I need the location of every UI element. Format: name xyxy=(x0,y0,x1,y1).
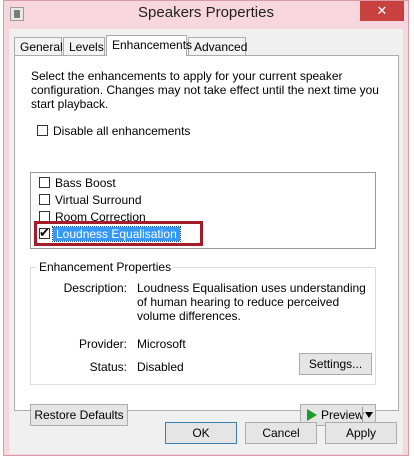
tab-general[interactable]: General xyxy=(14,37,63,55)
enhancement-properties-group: Enhancement Properties Description: Loud… xyxy=(30,260,376,385)
settings-button[interactable]: Settings... xyxy=(299,353,372,375)
bass-boost-checkbox[interactable] xyxy=(39,177,50,188)
restore-defaults-button[interactable]: Restore Defaults xyxy=(30,404,128,426)
enhancements-panel: Select the enhancements to apply for you… xyxy=(14,55,399,426)
group-title: Enhancement Properties xyxy=(37,260,174,274)
tab-levels[interactable]: Levels xyxy=(63,37,105,55)
window-title: Speakers Properties xyxy=(138,4,274,21)
list-item[interactable]: Bass Boost xyxy=(55,176,116,190)
apply-button[interactable]: Apply xyxy=(325,422,397,444)
disable-all-label: Disable all enhancements xyxy=(53,124,191,138)
preview-label: Preview xyxy=(321,408,364,422)
tab-enhancements[interactable]: Enhancements xyxy=(106,35,192,56)
close-button[interactable]: ✕ xyxy=(360,1,404,21)
annotation-highlight-box xyxy=(34,221,203,246)
chevron-down-icon[interactable] xyxy=(365,412,373,418)
provider-value: Microsoft xyxy=(137,337,186,351)
dialog-client: General Levels Enhancements Advanced Sel… xyxy=(9,29,403,454)
ok-button[interactable]: OK xyxy=(165,422,237,444)
play-icon xyxy=(307,409,317,421)
disable-all-checkbox[interactable] xyxy=(37,125,48,136)
intro-text: Select the enhancements to apply for you… xyxy=(31,69,379,111)
virtual-surround-checkbox[interactable] xyxy=(39,194,50,205)
description-text: Loudness Equalisation uses understanding… xyxy=(137,281,366,323)
split-divider xyxy=(362,407,363,423)
list-item[interactable]: Virtual Surround xyxy=(55,193,142,207)
description-label: Description: xyxy=(63,281,127,295)
status-label: Status: xyxy=(89,360,127,374)
tab-advanced[interactable]: Advanced xyxy=(188,37,247,55)
dialog-window: Speakers Properties ✕ General Levels Enh… xyxy=(3,0,409,456)
title-bar[interactable]: Speakers Properties ✕ xyxy=(4,1,408,29)
cancel-button[interactable]: Cancel xyxy=(245,422,317,444)
status-value: Disabled xyxy=(137,360,184,374)
provider-label: Provider: xyxy=(78,337,127,351)
